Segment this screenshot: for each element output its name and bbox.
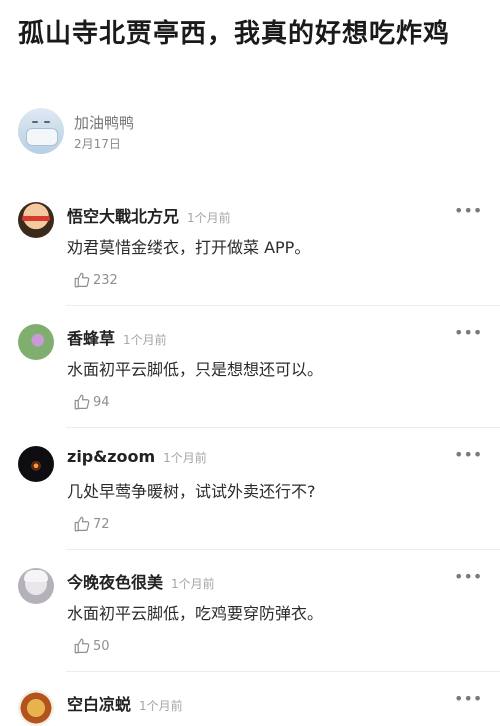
comment-time: 1个月前	[171, 577, 215, 591]
comment-item: 空白凉蜕 1个月前 •••	[0, 672, 500, 726]
commenter-avatar[interactable]	[18, 446, 54, 482]
avatar-eye-right	[44, 121, 50, 123]
comment-time: 1个月前	[123, 333, 167, 347]
commenter-name[interactable]: 今晚夜色很美 1个月前	[67, 569, 215, 593]
commenter-name[interactable]: 空白凉蜕 1个月前	[67, 691, 183, 715]
like-button[interactable]: 72	[73, 514, 110, 534]
more-dots-icon[interactable]: •••	[454, 691, 482, 707]
thumbs-up-icon	[74, 394, 90, 410]
comment-text: 劝君莫惜金缕衣，打开做菜 APP。	[67, 238, 311, 257]
commenter-avatar[interactable]	[18, 324, 54, 360]
comment-item: 悟空大戰北方兄 1个月前 ••• 劝君莫惜金缕衣，打开做菜 APP。 232	[0, 184, 500, 306]
like-count: 50	[93, 638, 110, 654]
comment-item: 香蜂草 1个月前 ••• 水面初平云脚低，只是想想还可以。 94	[0, 306, 500, 428]
comment-item: 今晚夜色很美 1个月前 ••• 水面初平云脚低，吃鸡要穿防弹衣。 50	[0, 550, 500, 672]
more-dots-icon[interactable]: •••	[454, 447, 482, 463]
commenter-name[interactable]: 悟空大戰北方兄 1个月前	[67, 203, 231, 227]
author-block[interactable]: 加油鸭鸭 2月17日	[18, 108, 318, 156]
like-count: 232	[93, 272, 118, 288]
author-name[interactable]: 加油鸭鸭	[74, 112, 134, 133]
thumbs-up-icon	[74, 516, 90, 532]
like-count: 94	[93, 394, 110, 410]
commenter-avatar[interactable]	[18, 202, 54, 238]
commenter-avatar[interactable]	[18, 690, 54, 726]
comment-text: 水面初平云脚低，吃鸡要穿防弹衣。	[67, 604, 324, 623]
comment-time: 1个月前	[163, 451, 207, 465]
commenter-name[interactable]: zip&zoom 1个月前	[67, 447, 207, 466]
article-title: 孤山寺北贾亭西，我真的好想吃炸鸡	[18, 19, 451, 49]
like-button[interactable]: 50	[73, 636, 110, 656]
more-dots-icon[interactable]: •••	[454, 569, 482, 585]
like-count: 72	[93, 516, 110, 532]
more-dots-icon[interactable]: •••	[454, 325, 482, 341]
commenter-avatar[interactable]	[18, 568, 54, 604]
comment-text: 水面初平云脚低，只是想想还可以。	[67, 360, 324, 379]
comment-text: 几处早莺争暖树，试试外卖还行不?	[67, 482, 316, 501]
thumbs-up-icon	[74, 272, 90, 288]
more-dots-icon[interactable]: •••	[454, 203, 482, 219]
commenter-name[interactable]: 香蜂草 1个月前	[67, 325, 167, 349]
comment-time: 1个月前	[187, 211, 231, 225]
comment-item: zip&zoom 1个月前 ••• 几处早莺争暖树，试试外卖还行不? 72	[0, 428, 500, 550]
like-button[interactable]: 94	[73, 392, 110, 412]
post-date: 2月17日	[74, 137, 121, 151]
avatar-mask	[26, 128, 58, 146]
author-avatar[interactable]	[18, 108, 64, 154]
like-button[interactable]: 232	[73, 270, 118, 290]
comment-time: 1个月前	[139, 699, 183, 713]
thumbs-up-icon	[74, 638, 90, 654]
avatar-eye-left	[32, 121, 38, 123]
